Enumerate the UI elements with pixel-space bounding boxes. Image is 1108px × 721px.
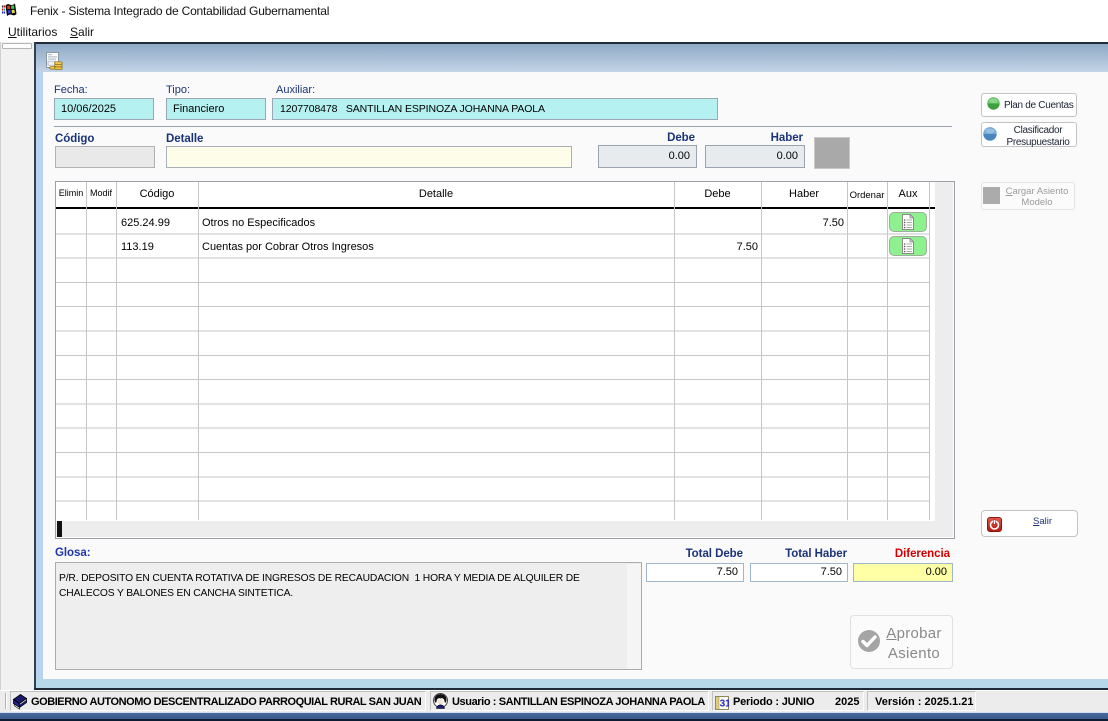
svg-text:31: 31 xyxy=(720,699,729,710)
